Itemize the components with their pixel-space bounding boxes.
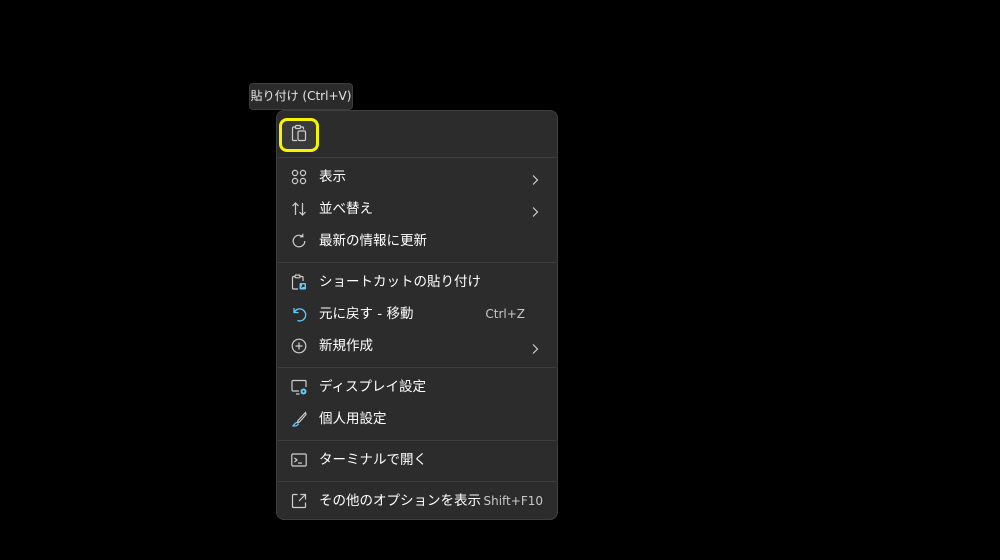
tooltip-text: 貼り付け (Ctrl+V) — [250, 89, 352, 103]
menu-item-label: ターミナルで開く — [319, 452, 427, 468]
personalize-brush-icon — [291, 411, 307, 427]
more-options-icon — [291, 493, 307, 509]
menu-item-new[interactable]: 新規作成 — [282, 331, 552, 361]
display-settings-icon — [291, 379, 307, 395]
separator — [278, 262, 556, 263]
paste-button[interactable] — [279, 118, 319, 152]
menu-item-open-terminal[interactable]: ターミナルで開く — [282, 445, 552, 475]
separator — [278, 367, 556, 368]
menu-item-label: その他のオプションを表示 — [319, 493, 481, 509]
quick-actions-bar — [277, 111, 557, 157]
chevron-right-icon — [529, 340, 541, 354]
paste-tooltip: 貼り付け (Ctrl+V) — [249, 83, 353, 110]
menu-item-more-options[interactable]: その他のオプションを表示 Shift+F10 — [282, 486, 552, 516]
menu-item-paste-shortcut[interactable]: ショートカットの貼り付け — [282, 267, 552, 297]
sort-arrows-icon — [291, 201, 307, 217]
shortcut-hint: Shift+F10 — [483, 494, 543, 508]
separator — [278, 481, 556, 482]
chevron-right-icon — [529, 203, 541, 217]
paste-shortcut-icon — [291, 274, 307, 290]
menu-item-label: 並べ替え — [319, 201, 373, 217]
chevron-right-icon — [529, 171, 541, 185]
menu-item-label: 元に戻す - 移動 — [319, 306, 414, 322]
refresh-icon — [291, 233, 307, 249]
shortcut-hint: Ctrl+Z — [485, 307, 525, 321]
menu-item-undo-move[interactable]: 元に戻す - 移動 Ctrl+Z — [282, 299, 552, 329]
menu-item-label: ショートカットの貼り付け — [319, 274, 481, 290]
menu-item-label: 新規作成 — [319, 338, 373, 354]
clipboard-paste-icon — [291, 124, 307, 146]
menu-item-label: 個人用設定 — [319, 411, 387, 427]
menu-item-refresh[interactable]: 最新の情報に更新 — [282, 226, 552, 256]
undo-icon — [291, 306, 307, 322]
menu-item-personalize[interactable]: 個人用設定 — [282, 404, 552, 434]
separator — [278, 440, 556, 441]
menu-item-sort[interactable]: 並べ替え — [282, 194, 552, 224]
menu-item-display-settings[interactable]: ディスプレイ設定 — [282, 372, 552, 402]
menu-item-label: ディスプレイ設定 — [319, 379, 427, 395]
menu-item-label: 表示 — [319, 169, 346, 185]
terminal-icon — [291, 452, 307, 468]
separator — [278, 157, 556, 158]
menu-item-label: 最新の情報に更新 — [319, 233, 427, 249]
new-plus-icon — [291, 338, 307, 354]
desktop-context-menu: 表示 並べ替え 最新の情報に更新 ショートカットの貼り付け 元に戻す - 移動 … — [276, 110, 558, 520]
menu-item-view[interactable]: 表示 — [282, 162, 552, 192]
view-grid-icon — [291, 169, 307, 185]
